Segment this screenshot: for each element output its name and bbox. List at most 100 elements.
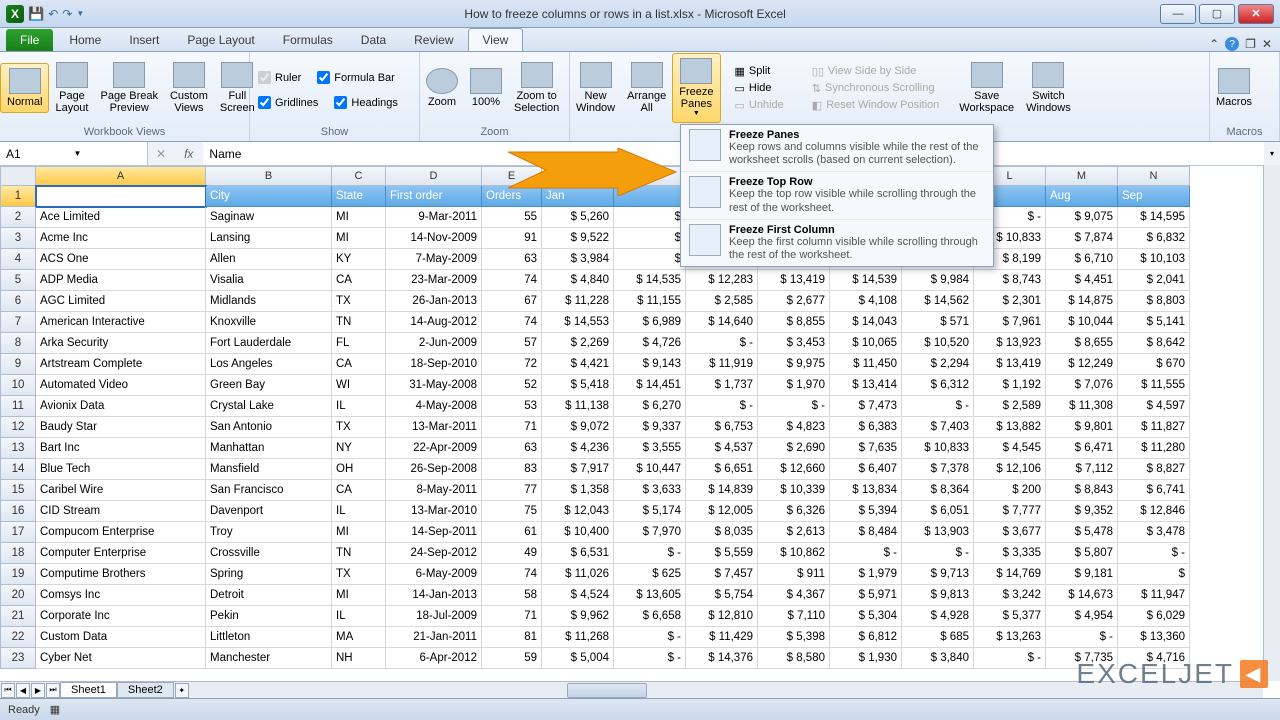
row-header[interactable]: 15 xyxy=(0,480,36,501)
cell[interactable]: Caribel Wire xyxy=(36,480,206,501)
cell[interactable]: MI xyxy=(332,207,386,228)
freeze-top-row-option[interactable]: Freeze Top RowKeep the top row visible w… xyxy=(681,171,993,218)
tab-data[interactable]: Data xyxy=(347,29,400,51)
cell[interactable]: ACS One xyxy=(36,249,206,270)
freeze-panes-option[interactable]: Freeze PanesKeep rows and columns visibl… xyxy=(681,125,993,171)
cell[interactable]: $ 3,555 xyxy=(614,438,686,459)
cell[interactable]: 81 xyxy=(482,627,542,648)
cell[interactable]: 21-Jan-2011 xyxy=(386,627,482,648)
cell[interactable]: $ 11,429 xyxy=(686,627,758,648)
cell[interactable]: $ 11,308 xyxy=(1046,396,1118,417)
hide-button[interactable]: ▭Hide xyxy=(727,81,792,96)
cell[interactable]: $ 8,855 xyxy=(758,312,830,333)
row-header[interactable]: 23 xyxy=(0,648,36,669)
cell[interactable]: $ 4,726 xyxy=(614,333,686,354)
cell[interactable]: Computer Enterprise xyxy=(36,543,206,564)
cell[interactable]: $ 5,304 xyxy=(830,606,902,627)
freeze-first-column-option[interactable]: Freeze First ColumnKeep the first column… xyxy=(681,219,993,266)
col-header[interactable]: C xyxy=(332,166,386,186)
cell[interactable]: $ 9,801 xyxy=(1046,417,1118,438)
cell[interactable]: AGC Limited xyxy=(36,291,206,312)
col-header[interactable]: D xyxy=(386,166,482,186)
cell[interactable]: Green Bay xyxy=(206,375,332,396)
cell[interactable]: $ 8,655 xyxy=(1046,333,1118,354)
cell[interactable]: Visalia xyxy=(206,270,332,291)
cell[interactable]: $ 2,585 xyxy=(686,291,758,312)
cell[interactable]: 22-Apr-2009 xyxy=(386,438,482,459)
row-header[interactable]: 3 xyxy=(0,228,36,249)
cell[interactable]: $ 8,642 xyxy=(1118,333,1190,354)
cell[interactable]: $ 5,398 xyxy=(758,627,830,648)
row-header[interactable]: 2 xyxy=(0,207,36,228)
cell[interactable]: 14-Nov-2009 xyxy=(386,228,482,249)
cell[interactable]: $ 11,947 xyxy=(1118,585,1190,606)
cell[interactable]: $ 4,524 xyxy=(542,585,614,606)
maximize-button[interactable]: ▢ xyxy=(1199,4,1235,24)
cell[interactable]: $ 6,270 xyxy=(614,396,686,417)
cell[interactable]: 55 xyxy=(482,207,542,228)
cell[interactable]: Pekin xyxy=(206,606,332,627)
cell[interactable]: $ 13,882 xyxy=(974,417,1046,438)
new-window-button[interactable]: New Window xyxy=(570,58,621,118)
cell[interactable]: Midlands xyxy=(206,291,332,312)
cell[interactable]: $ 8,743 xyxy=(974,270,1046,291)
cell[interactable]: 6-Apr-2012 xyxy=(386,648,482,669)
cell[interactable]: 91 xyxy=(482,228,542,249)
cell[interactable]: $ 7,110 xyxy=(758,606,830,627)
cell[interactable]: $ - xyxy=(758,396,830,417)
cell[interactable]: 71 xyxy=(482,606,542,627)
cell[interactable]: $ 7,635 xyxy=(830,438,902,459)
cell[interactable]: 71 xyxy=(482,417,542,438)
cell[interactable]: TN xyxy=(332,312,386,333)
window-restore-icon[interactable]: ❐ xyxy=(1245,37,1256,51)
cell[interactable]: KY xyxy=(332,249,386,270)
cell[interactable]: $ 7,403 xyxy=(902,417,974,438)
cell[interactable]: Bart Inc xyxy=(36,438,206,459)
cell[interactable]: Mansfield xyxy=(206,459,332,480)
save-workspace-button[interactable]: Save Workspace xyxy=(953,58,1020,118)
cell[interactable]: Automated Video xyxy=(36,375,206,396)
header-cell[interactable] xyxy=(614,186,686,207)
cell[interactable]: 26-Jan-2013 xyxy=(386,291,482,312)
page-layout-button[interactable]: Page Layout xyxy=(49,58,94,118)
cell[interactable]: $ 13,360 xyxy=(1118,627,1190,648)
cell[interactable]: $ 670 xyxy=(1118,354,1190,375)
cell[interactable]: 75 xyxy=(482,501,542,522)
header-cell[interactable]: First order xyxy=(386,186,482,207)
cell[interactable]: $ 9,813 xyxy=(902,585,974,606)
cell[interactable]: 31-May-2008 xyxy=(386,375,482,396)
cell[interactable]: Littleton xyxy=(206,627,332,648)
cell[interactable]: 58 xyxy=(482,585,542,606)
cell[interactable]: $ 5,394 xyxy=(830,501,902,522)
cell[interactable]: $ 14,595 xyxy=(1118,207,1190,228)
tab-review[interactable]: Review xyxy=(400,29,467,51)
cell[interactable]: Lansing xyxy=(206,228,332,249)
cancel-icon[interactable]: ✕ xyxy=(148,147,174,161)
cell[interactable]: IL xyxy=(332,606,386,627)
cell[interactable]: $ 4,537 xyxy=(686,438,758,459)
row-header[interactable]: 18 xyxy=(0,543,36,564)
col-header[interactable]: F xyxy=(542,166,614,186)
cell[interactable]: CA xyxy=(332,270,386,291)
cell[interactable]: 53 xyxy=(482,396,542,417)
cell[interactable]: $ 9,352 xyxy=(1046,501,1118,522)
cell[interactable]: $ 13,923 xyxy=(974,333,1046,354)
cell[interactable]: Avionix Data xyxy=(36,396,206,417)
cell[interactable]: $ 8,035 xyxy=(686,522,758,543)
file-tab[interactable]: File xyxy=(6,29,53,51)
cell[interactable]: 63 xyxy=(482,249,542,270)
cell[interactable]: $ 10,833 xyxy=(902,438,974,459)
cell[interactable]: $ 4,421 xyxy=(542,354,614,375)
cell[interactable]: $ 12,810 xyxy=(686,606,758,627)
cell[interactable]: $ 14,535 xyxy=(614,270,686,291)
cell[interactable]: $ 6,832 xyxy=(1118,228,1190,249)
row-header[interactable]: 10 xyxy=(0,375,36,396)
cell[interactable]: Fort Lauderdale xyxy=(206,333,332,354)
cell[interactable]: Knoxville xyxy=(206,312,332,333)
name-box[interactable]: A1▼ xyxy=(0,142,148,165)
row-header[interactable]: 17 xyxy=(0,522,36,543)
normal-view-button[interactable]: Normal xyxy=(0,63,49,113)
cell[interactable]: $ 5,754 xyxy=(686,585,758,606)
cell[interactable]: Ace Limited xyxy=(36,207,206,228)
cell[interactable]: $ 5,971 xyxy=(830,585,902,606)
